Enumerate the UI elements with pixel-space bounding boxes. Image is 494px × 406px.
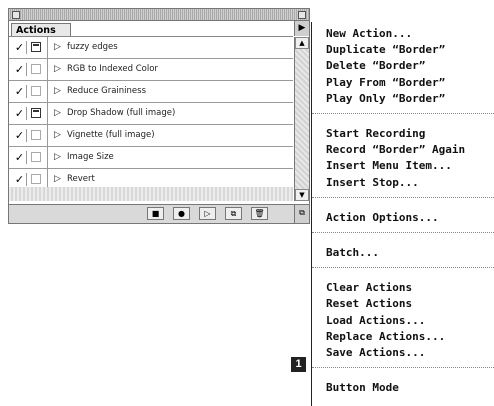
- action-row[interactable]: ✓ ▷ Image Size: [9, 147, 293, 169]
- play-icon: ▷: [204, 209, 211, 218]
- actions-palette: Actions ▶ ✓ ▷ fuzzy edges ✓ ▷ RGB to Indexed …: [8, 8, 310, 224]
- record-button[interactable]: ●: [173, 207, 190, 220]
- zoom-box-icon[interactable]: [298, 11, 306, 19]
- action-label: fuzzy edges: [67, 42, 118, 52]
- dialog-toggle-icon[interactable]: [31, 108, 41, 118]
- menu-item[interactable]: Play Only “Border”: [326, 91, 445, 107]
- expand-triangle-icon[interactable]: ▷: [54, 151, 61, 164]
- menu-item[interactable]: Start Recording: [326, 126, 425, 142]
- tab-actions[interactable]: Actions: [11, 23, 71, 36]
- action-label: Vignette (full image): [67, 130, 155, 140]
- menu-item[interactable]: Button Mode: [326, 380, 399, 396]
- column-divider: [47, 125, 48, 146]
- menu-item[interactable]: Insert Stop...: [326, 175, 419, 191]
- menu-item[interactable]: Batch...: [326, 245, 379, 261]
- action-label: Drop Shadow (full image): [67, 108, 176, 118]
- close-box-icon[interactable]: [12, 11, 20, 19]
- trash-icon: 🗑: [254, 209, 265, 218]
- menu-item[interactable]: New Action...: [326, 26, 412, 42]
- menu-divider: [312, 367, 494, 369]
- dialog-toggle-icon[interactable]: [31, 64, 41, 74]
- action-label: Reduce Graininess: [67, 86, 147, 96]
- new-set-icon: ⧉: [230, 209, 237, 218]
- expand-triangle-icon[interactable]: ▷: [54, 173, 61, 186]
- expand-triangle-icon[interactable]: ▷: [54, 107, 61, 120]
- include-checkmark-icon[interactable]: ✓: [13, 129, 27, 142]
- menu-divider: [312, 267, 494, 269]
- menu-divider: [312, 196, 494, 198]
- list-empty-area: [9, 187, 293, 201]
- menu-item[interactable]: Duplicate “Border”: [326, 42, 445, 58]
- action-row[interactable]: ✓ ▷ RGB to Indexed Color: [9, 59, 293, 81]
- actions-palette-menu: New Action... Duplicate “Border” Delete “B…: [311, 22, 494, 406]
- menu-item[interactable]: Record “Border” Again: [326, 142, 465, 158]
- action-list: ✓ ▷ fuzzy edges ✓ ▷ RGB to Indexed Color ✓ ▷ Red…: [9, 37, 293, 191]
- include-checkmark-icon[interactable]: ✓: [13, 41, 27, 54]
- scroll-down-arrow-icon[interactable]: ▼: [295, 189, 309, 201]
- trash-button[interactable]: 🗑: [251, 207, 268, 220]
- dialog-toggle-icon[interactable]: [31, 174, 41, 184]
- menu-item[interactable]: Save Actions...: [326, 345, 425, 361]
- column-divider: [47, 147, 48, 168]
- action-row[interactable]: ✓ ▷ Reduce Graininess: [9, 81, 293, 103]
- menu-item[interactable]: Clear Actions: [326, 280, 412, 296]
- menu-item[interactable]: Insert Menu Item...: [326, 158, 452, 174]
- column-divider: [47, 81, 48, 102]
- menu-divider: [312, 232, 494, 233]
- play-button[interactable]: ▷: [199, 207, 216, 220]
- palette-button-bar: ⧉ ■ ● ▷ ⧉ 🗑: [9, 204, 309, 223]
- action-label: Revert: [67, 174, 95, 184]
- menu-divider: [312, 113, 494, 114]
- stop-button[interactable]: ■: [147, 207, 164, 220]
- action-label: RGB to Indexed Color: [67, 64, 158, 74]
- include-checkmark-icon[interactable]: ✓: [13, 107, 27, 120]
- vertical-scrollbar[interactable]: ▲ ▼: [294, 37, 309, 201]
- action-row[interactable]: ✓ ▷ Drop Shadow (full image): [9, 103, 293, 125]
- include-checkmark-icon[interactable]: ✓: [13, 151, 27, 164]
- step-callout-badge: 1: [291, 357, 306, 372]
- action-row[interactable]: ✓ ▷ fuzzy edges: [9, 37, 293, 59]
- column-divider: [47, 59, 48, 80]
- menu-item[interactable]: Delete “Border”: [326, 58, 425, 74]
- action-label: Image Size: [67, 152, 114, 162]
- resize-grow-box-icon[interactable]: ⧉: [294, 205, 309, 223]
- column-divider: [47, 37, 48, 58]
- dialog-toggle-icon[interactable]: [31, 152, 41, 162]
- menu-item[interactable]: Play From “Border”: [326, 75, 445, 91]
- palette-title-bar[interactable]: [9, 9, 309, 21]
- include-checkmark-icon[interactable]: ✓: [13, 85, 27, 98]
- include-checkmark-icon[interactable]: ✓: [13, 63, 27, 76]
- menu-item[interactable]: Action Options...: [326, 210, 439, 226]
- expand-triangle-icon[interactable]: ▷: [54, 129, 61, 142]
- dialog-toggle-icon[interactable]: [31, 86, 41, 96]
- scroll-up-arrow-icon[interactable]: ▲: [295, 37, 309, 49]
- new-set-button[interactable]: ⧉: [225, 207, 242, 220]
- action-row[interactable]: ✓ ▷ Vignette (full image): [9, 125, 293, 147]
- dialog-toggle-icon[interactable]: [31, 130, 41, 140]
- palette-tab-row: Actions: [9, 21, 293, 37]
- expand-triangle-icon[interactable]: ▷: [54, 41, 61, 54]
- include-checkmark-icon[interactable]: ✓: [13, 173, 27, 186]
- stop-icon: ■: [151, 209, 160, 218]
- expand-triangle-icon[interactable]: ▷: [54, 85, 61, 98]
- menu-item[interactable]: Replace Actions...: [326, 329, 445, 345]
- dialog-toggle-icon[interactable]: [31, 42, 41, 52]
- menu-item[interactable]: Load Actions...: [326, 313, 425, 329]
- menu-item[interactable]: Reset Actions: [326, 296, 412, 312]
- palette-menu-arrow-icon[interactable]: ▶: [294, 21, 309, 36]
- record-icon: ●: [178, 209, 185, 218]
- column-divider: [47, 103, 48, 124]
- expand-triangle-icon[interactable]: ▷: [54, 63, 61, 76]
